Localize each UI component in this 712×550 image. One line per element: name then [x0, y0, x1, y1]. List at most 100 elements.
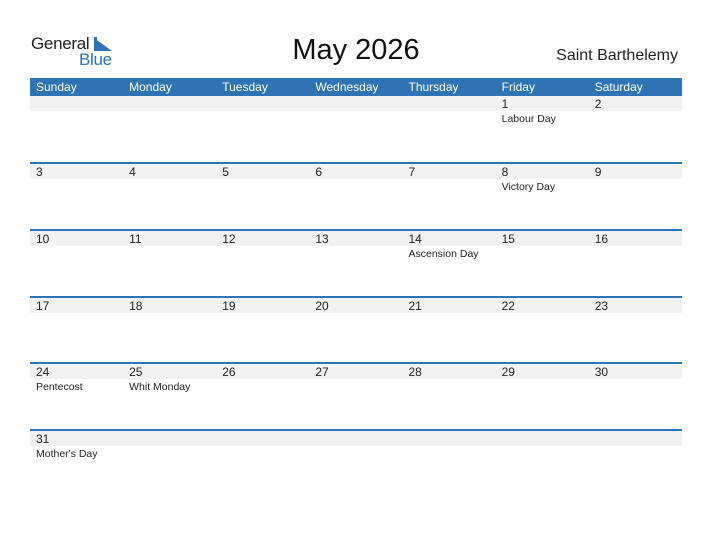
day-cell[interactable]: 23	[589, 298, 682, 363]
day-cell[interactable]	[216, 431, 309, 496]
week-cells: 17 18 19 20 21 22 23	[30, 298, 682, 363]
day-number: 1	[501, 97, 509, 111]
week-cells: 31 Mother's Day	[30, 431, 682, 496]
day-number: 15	[501, 232, 515, 246]
day-cell[interactable]: 18	[123, 298, 216, 363]
day-number: 22	[501, 299, 515, 313]
holiday-label: Ascension Day	[408, 248, 479, 260]
week-row: 17 18 19 20 21 22 23	[30, 296, 682, 363]
day-number: 30	[594, 365, 609, 379]
holiday-label: Mother's Day	[36, 448, 98, 460]
day-cell[interactable]	[496, 431, 589, 496]
day-cell[interactable]: 27	[309, 364, 402, 429]
day-number: 20	[315, 299, 329, 313]
weekday-friday: Friday	[501, 80, 535, 94]
weekday-saturday: Saturday	[594, 80, 643, 94]
weekday-wednesday: Wednesday	[315, 80, 379, 94]
day-cell[interactable]	[589, 431, 682, 496]
week-cells: 24 Pentecost 25 Whit Monday 26 27 28 29 30	[30, 364, 682, 429]
day-cell[interactable]: 14 Ascension Day	[403, 231, 496, 296]
day-cell[interactable]: 2	[589, 96, 682, 163]
day-number: 2	[594, 97, 602, 111]
day-cell[interactable]: 28	[403, 364, 496, 429]
day-cell[interactable]: 11	[123, 231, 216, 296]
week-row: 1 Labour Day 2	[30, 96, 682, 163]
holiday-label: Victory Day	[501, 181, 556, 193]
weekday-tuesday: Tuesday	[222, 80, 268, 94]
week-row: 24 Pentecost 25 Whit Monday 26 27 28 29 30	[30, 362, 682, 429]
holiday-label: Whit Monday	[129, 381, 191, 393]
day-number: 6	[315, 165, 323, 179]
day-cell[interactable]: 10	[30, 231, 123, 296]
day-cell[interactable]: 5	[216, 164, 309, 229]
day-cell[interactable]: 26	[216, 364, 309, 429]
day-number: 18	[129, 299, 143, 313]
day-number: 3	[36, 165, 43, 179]
day-cell[interactable]: 12	[216, 231, 309, 296]
day-cell[interactable]	[30, 96, 123, 163]
day-number: 7	[408, 165, 416, 179]
day-cell[interactable]: 31 Mother's Day	[30, 431, 123, 496]
day-cell[interactable]: 22	[496, 298, 589, 363]
country-name: Saint Barthelemy	[556, 47, 678, 64]
week-cells: 3 4 5 6 7 8 Victory Day 9	[30, 164, 682, 229]
day-number: 29	[501, 365, 515, 379]
week-cells: 10 11 12 13 14 Ascension Day 15 16	[30, 231, 682, 296]
day-cell[interactable]: 13	[309, 231, 402, 296]
day-cell[interactable]: 29	[496, 364, 589, 429]
day-number: 12	[222, 232, 236, 246]
weekday-thursday: Thursday	[408, 80, 459, 94]
day-number: 5	[222, 165, 229, 179]
day-number: 13	[315, 232, 329, 246]
day-cell[interactable]: 1 Labour Day	[496, 96, 589, 163]
day-cell[interactable]: 16	[589, 231, 682, 296]
day-cell[interactable]: 7	[403, 164, 496, 229]
day-cell[interactable]: 20	[309, 298, 402, 363]
day-cell[interactable]: 8 Victory Day	[496, 164, 589, 229]
day-number: 25	[129, 365, 143, 379]
day-number: 31	[36, 432, 50, 446]
day-cell[interactable]: 15	[496, 231, 589, 296]
day-cell[interactable]: 24 Pentecost	[30, 364, 123, 429]
day-cell[interactable]	[403, 431, 496, 496]
day-cell[interactable]: 6	[309, 164, 402, 229]
day-cell[interactable]	[309, 431, 402, 496]
day-cell[interactable]: 17	[30, 298, 123, 363]
holiday-label: Labour Day	[501, 113, 556, 125]
day-number: 4	[129, 165, 136, 179]
week-row: 3 4 5 6 7 8 Victory Day 9	[30, 162, 682, 229]
day-cell[interactable]	[123, 431, 216, 496]
weekday-header: Sunday Monday Tuesday Wednesday Thursday…	[30, 78, 682, 96]
day-number: 14	[408, 232, 422, 246]
week-row: 31 Mother's Day	[30, 429, 682, 496]
day-number: 27	[315, 365, 329, 379]
day-number: 8	[501, 165, 509, 179]
day-cell[interactable]: 9	[589, 164, 682, 229]
day-number: 16	[594, 232, 609, 246]
day-number: 17	[36, 299, 50, 313]
day-cell[interactable]	[123, 96, 216, 163]
day-cell[interactable]	[403, 96, 496, 163]
day-cell[interactable]: 19	[216, 298, 309, 363]
day-number: 19	[222, 299, 236, 313]
day-cell[interactable]: 25 Whit Monday	[123, 364, 216, 429]
day-number: 11	[129, 232, 142, 246]
holiday-label: Pentecost	[36, 381, 83, 393]
day-number: 23	[594, 299, 609, 313]
day-number: 28	[408, 365, 422, 379]
day-cell[interactable]: 4	[123, 164, 216, 229]
week-row: 10 11 12 13 14 Ascension Day 15 16	[30, 229, 682, 296]
day-number: 24	[36, 365, 50, 379]
week-cells: 1 Labour Day 2	[30, 96, 682, 163]
weekday-sunday: Sunday	[36, 80, 77, 94]
day-number: 26	[222, 365, 236, 379]
day-cell[interactable]: 21	[403, 298, 496, 363]
day-number: 10	[36, 232, 50, 246]
day-cell[interactable]: 30	[589, 364, 682, 429]
day-cell[interactable]	[309, 96, 402, 163]
weekday-monday: Monday	[129, 80, 172, 94]
day-number: 21	[408, 299, 422, 313]
day-cell[interactable]	[216, 96, 309, 163]
day-number: 9	[594, 165, 602, 179]
day-cell[interactable]: 3	[30, 164, 123, 229]
